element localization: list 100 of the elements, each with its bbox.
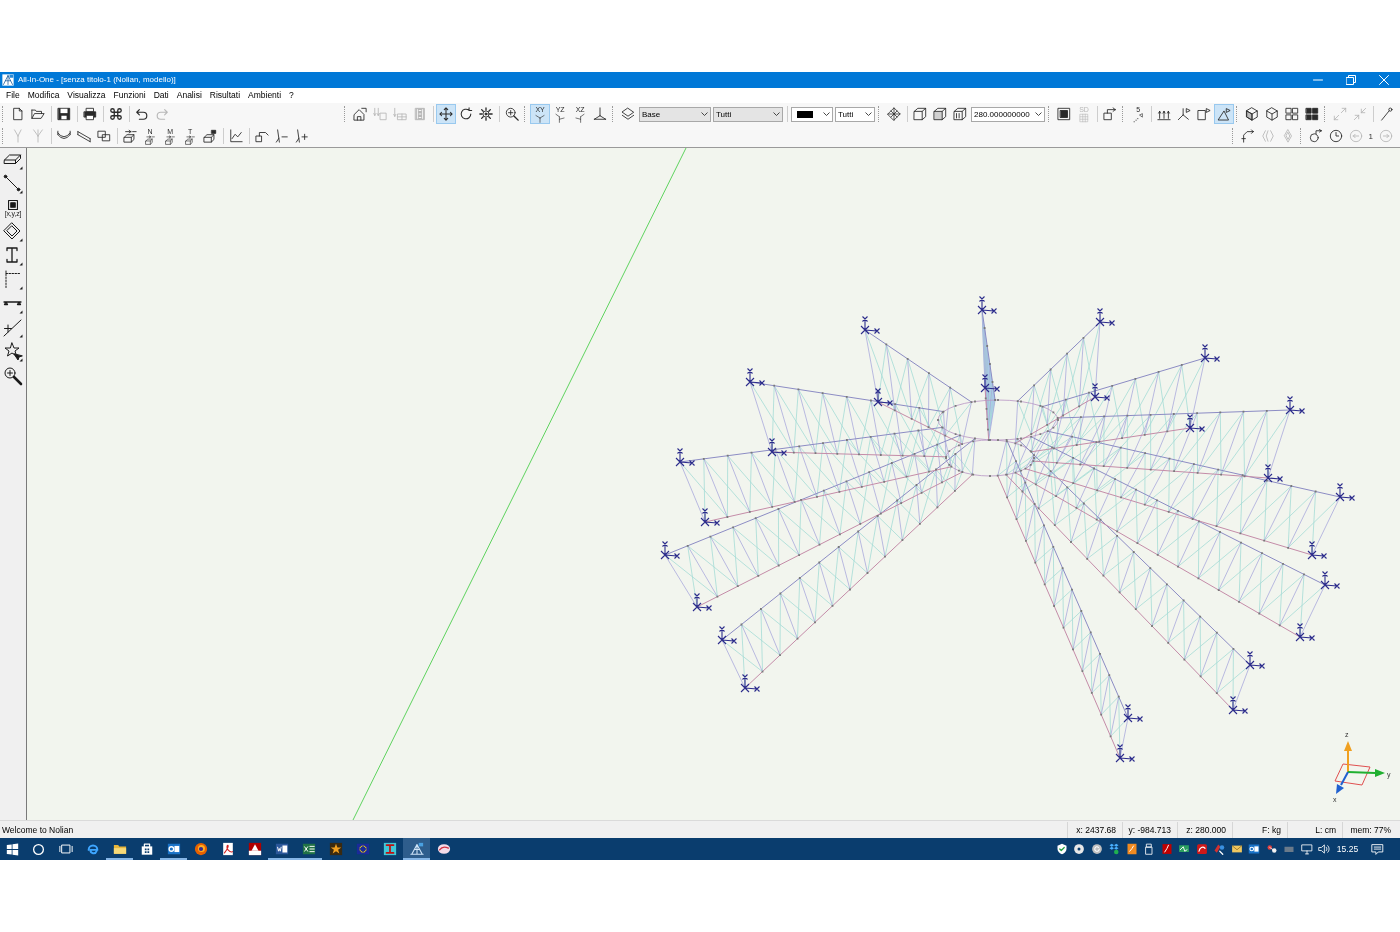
- axes-icon: [535, 112, 545, 123]
- envelope-icon: [1230, 843, 1243, 855]
- menu-item[interactable]: Dati: [149, 88, 173, 103]
- step-number: 1: [1367, 131, 1374, 141]
- hatch-pattern-icon: [887, 107, 901, 121]
- branch-minus-icon: [275, 129, 289, 143]
- speaker-icon: [1318, 843, 1331, 855]
- boxes-icon: [1108, 843, 1121, 855]
- triangle-button[interactable]: [1214, 104, 1234, 124]
- slanted-beam-icon: [77, 129, 91, 143]
- value-dropdown[interactable]: Tutti: [835, 106, 875, 122]
- truss-tile-icon: [409, 842, 424, 856]
- folder-icon: [31, 107, 45, 121]
- chart-tile-icon: [1178, 843, 1191, 855]
- solid-box-icon: [933, 107, 947, 121]
- clock[interactable]: 15.25: [1333, 844, 1362, 854]
- document-tile-icon: [274, 842, 289, 856]
- hook-arrow-icon: [1240, 129, 1255, 143]
- star-tile-icon: [328, 842, 343, 856]
- dotted-flag-icon: [1133, 112, 1143, 123]
- line-chart-icon: [229, 129, 243, 143]
- menu-item[interactable]: File: [2, 88, 24, 103]
- branch-plus-icon: [295, 129, 309, 143]
- axes-icon: [555, 112, 565, 123]
- expand-arrows-icon: [1333, 107, 1347, 121]
- star-ring-flag-icon: [355, 842, 370, 856]
- menu-item[interactable]: Visualizza: [63, 88, 110, 103]
- shield-icon: [1055, 843, 1068, 855]
- film-strip-icon: [413, 107, 427, 121]
- menu-item[interactable]: ?: [285, 88, 298, 103]
- framed-square-icon: [1057, 107, 1071, 121]
- menu-item[interactable]: Analisi: [172, 88, 206, 103]
- four-panes-icon: [1285, 107, 1299, 121]
- task-view-icon: [58, 842, 73, 856]
- menu-item[interactable]: Funzioni: [109, 88, 150, 103]
- status-pane: z: 280.000: [1177, 821, 1232, 838]
- four-panes-filled-icon: [1305, 107, 1319, 121]
- zoom-icon: [3, 366, 23, 386]
- menu-item[interactable]: Risultati: [205, 88, 245, 103]
- mail-tile-icon: [166, 842, 181, 856]
- shaded-cube-icon: [1245, 107, 1259, 121]
- value-dropdown[interactable]: 280.000000000: [971, 106, 1045, 122]
- triangle-icon: [1217, 107, 1231, 121]
- line-tool[interactable]: [1, 173, 25, 195]
- pin-icon: [1379, 107, 1393, 121]
- tile-icon: [1160, 843, 1173, 855]
- y-branch-icon: [11, 129, 25, 143]
- chevrons-icon: [1260, 129, 1275, 143]
- point-tool[interactable]: [1, 317, 25, 339]
- zoom-tool[interactable]: [1, 365, 25, 387]
- status-message: Welcome to Nolian: [1, 824, 74, 835]
- selection-star-icon: [3, 342, 23, 362]
- network-icon: [1300, 843, 1313, 855]
- caret-icon: [865, 112, 872, 116]
- line-icon: [3, 174, 23, 194]
- clock-icon: [1328, 129, 1343, 143]
- menu-item[interactable]: Ambienti: [244, 88, 286, 103]
- color-dropdown[interactable]: [791, 106, 833, 122]
- command-icon: [109, 107, 123, 121]
- start-icon: [6, 842, 19, 856]
- undo-icon: [135, 107, 149, 121]
- rotate-icon: [459, 107, 473, 121]
- spreadsheet-tile-icon: [301, 842, 316, 856]
- caret-icon: [701, 112, 708, 116]
- node-icon: [8, 199, 18, 210]
- caret-icon: [823, 112, 830, 116]
- usb-drive-icon: [1143, 843, 1156, 855]
- gear-icon: [479, 107, 493, 121]
- plate-tool[interactable]: [1, 221, 25, 243]
- dashed-corner-icon: [3, 270, 23, 290]
- shrink-arrows-icon: [1353, 107, 1367, 121]
- member-arrows-icon: [185, 134, 195, 145]
- app-icon: [2, 74, 14, 86]
- caret-icon: [773, 112, 780, 116]
- triangle-tile-icon: [247, 842, 262, 856]
- load-arrows-icon: [373, 107, 387, 121]
- i-beam-icon: [3, 246, 23, 266]
- status-pane: mem: 77%: [1342, 821, 1397, 838]
- window-title: All-In-One - [senza titolo-1 (Nolian, modello)]: [18, 74, 176, 86]
- tile-icon: [1125, 843, 1138, 855]
- swirl-icon: [85, 842, 100, 856]
- search-icon: [32, 842, 45, 856]
- ball-icon: [436, 842, 451, 856]
- orbit-button[interactable]: [476, 104, 496, 124]
- redo-icon: [155, 107, 169, 121]
- shopping-bag-icon: [139, 842, 154, 856]
- new-file-icon: [11, 107, 25, 121]
- pan-button[interactable]: [436, 104, 456, 124]
- hatch-button[interactable]: [884, 104, 904, 124]
- section-box-icon: [953, 107, 967, 121]
- double-branch-icon: [31, 129, 45, 143]
- brush-icon: [1213, 843, 1226, 855]
- plate-icon: [3, 222, 23, 242]
- member-arrows-icon: [123, 129, 137, 143]
- load-grid-icon: [393, 107, 407, 121]
- menu-item[interactable]: Modifica: [23, 88, 64, 103]
- caret-icon: [1035, 112, 1042, 116]
- target-icon: [193, 842, 208, 856]
- wireframe-box-icon: [913, 107, 927, 121]
- move-icon: [439, 107, 453, 121]
